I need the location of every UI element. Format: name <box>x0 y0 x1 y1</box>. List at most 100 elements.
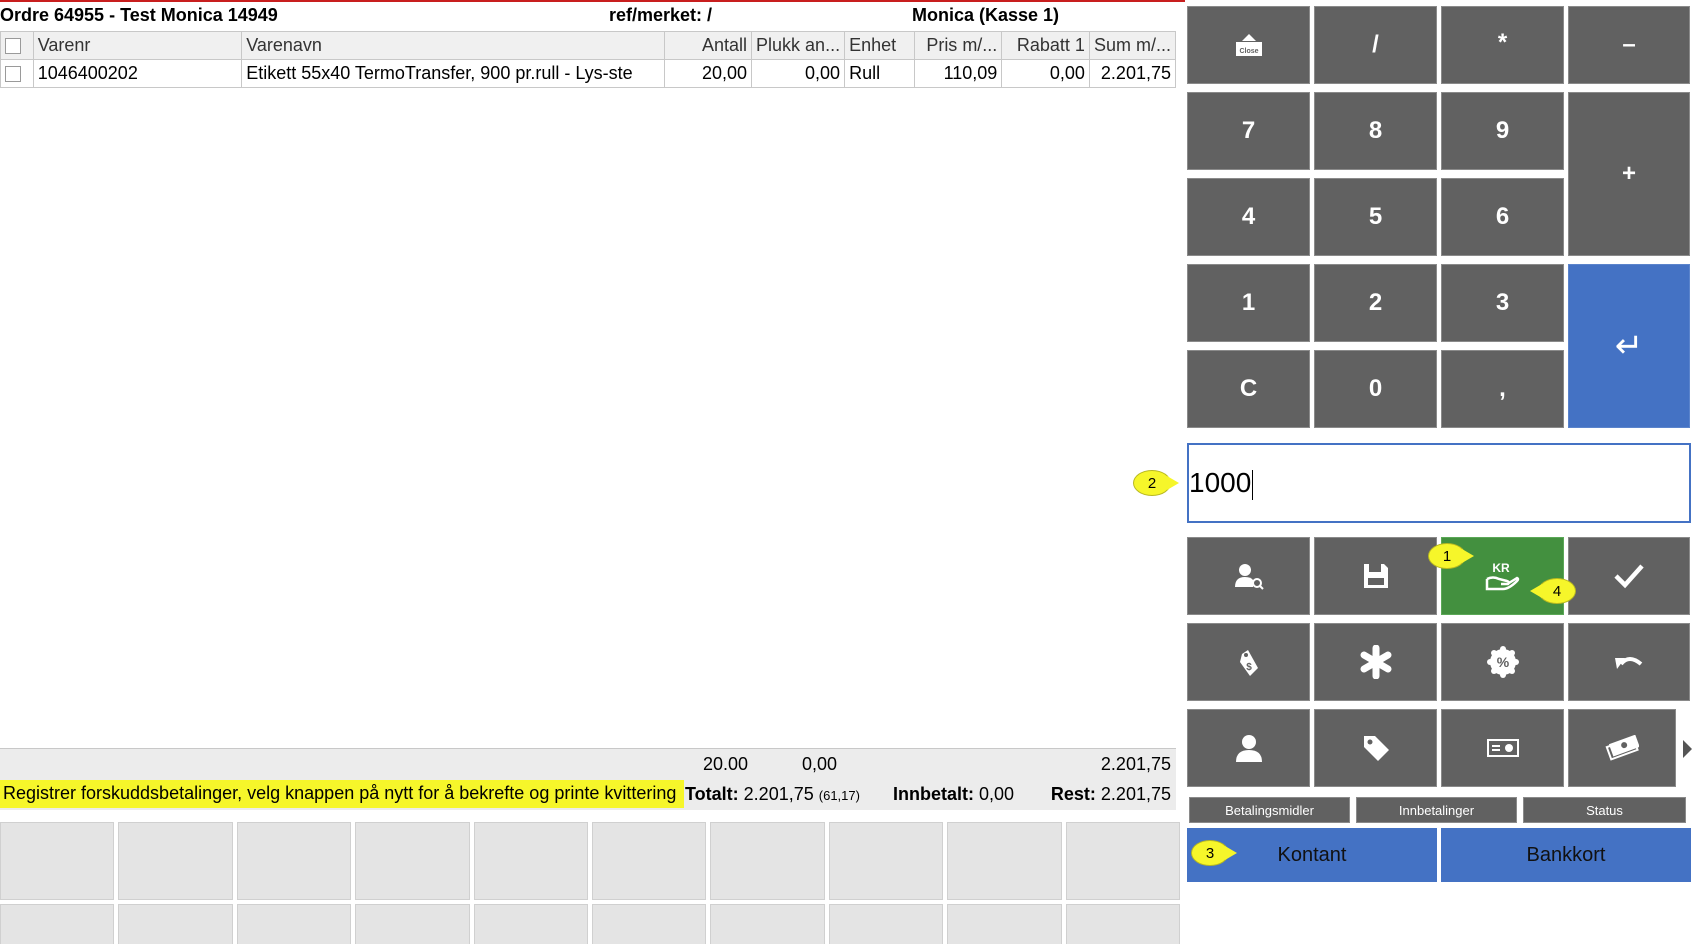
callout-2-label: 2 <box>1147 474 1157 492</box>
shortcut-button[interactable] <box>947 822 1062 900</box>
table-row[interactable]: 1046400202 Etikett 55x40 TermoTransfer, … <box>0 59 1177 88</box>
shortcut-button[interactable] <box>355 822 470 900</box>
key-8[interactable]: 8 <box>1314 92 1437 170</box>
shortcut-button[interactable] <box>0 904 115 944</box>
asterisk-icon <box>1360 645 1391 679</box>
shortcut-button[interactable] <box>828 822 944 900</box>
key-comma[interactable]: , <box>1441 350 1564 428</box>
key-5[interactable]: 5 <box>1314 178 1437 256</box>
rest-summary: Rest: 2.201,75 <box>1051 784 1171 805</box>
asterisk-button[interactable] <box>1314 623 1437 701</box>
svg-text:Close: Close <box>1239 48 1258 55</box>
customer-search-button[interactable] <box>1187 537 1310 615</box>
user-register-label: Monica (Kasse 1) <box>912 5 1060 25</box>
cell-enhet: Rull <box>844 59 915 88</box>
key-2[interactable]: 2 <box>1314 264 1437 342</box>
table-header-row: Varenr Varenavn Antall Plukk an... Enhet… <box>0 31 1177 60</box>
reference-label: ref/merket: / <box>609 5 713 25</box>
shortcut-button[interactable] <box>118 822 233 900</box>
callout-3: 3 <box>1191 840 1237 866</box>
price-tag-button[interactable]: $ <box>1187 623 1310 701</box>
callout-3-pointer <box>1225 846 1237 860</box>
shortcut-button[interactable] <box>592 904 707 944</box>
totals-row: 20.00 0,00 2.201,75 <box>0 748 1176 778</box>
key-enter[interactable]: ↵ <box>1568 264 1690 428</box>
shortcut-button[interactable] <box>710 822 825 900</box>
column-header-varenavn[interactable]: Varenavn <box>241 31 666 60</box>
cell-rabatt: 0,00 <box>1001 59 1090 88</box>
key-6[interactable]: 6 <box>1441 178 1564 256</box>
column-header-enhet[interactable]: Enhet <box>844 31 915 60</box>
shortcut-button[interactable] <box>1065 822 1180 900</box>
shortcut-button[interactable] <box>592 822 707 900</box>
column-header-antall[interactable]: Antall <box>664 31 753 60</box>
cash-bill-icon <box>1486 739 1519 757</box>
column-header-rabatt[interactable]: Rabatt 1 <box>1001 31 1090 60</box>
tab-status[interactable]: Status <box>1523 797 1686 823</box>
callout-2-pointer <box>1167 476 1179 490</box>
tab-betalingsmidler[interactable]: Betalingsmidler <box>1189 797 1350 823</box>
shortcut-button[interactable] <box>236 904 352 944</box>
amount-input[interactable]: 1000 <box>1187 443 1691 523</box>
key-clear[interactable]: C <box>1187 350 1310 428</box>
tab-innbetalinger[interactable]: Innbetalinger <box>1356 797 1517 823</box>
callout-1: 1 <box>1428 543 1474 569</box>
tag-button[interactable] <box>1314 709 1437 787</box>
key-divide[interactable]: / <box>1314 6 1437 84</box>
key-minus[interactable]: – <box>1568 6 1690 84</box>
undo-button[interactable] <box>1568 623 1690 701</box>
cell-varenavn: Etikett 55x40 TermoTransfer, 900 pr.rull… <box>241 59 666 88</box>
column-header-sum[interactable]: Sum m/... <box>1088 31 1177 60</box>
top-accent-line <box>0 0 1185 2</box>
key-0[interactable]: 0 <box>1314 350 1437 428</box>
customer-button[interactable] <box>1187 709 1310 787</box>
key-7[interactable]: 7 <box>1187 92 1310 170</box>
shortcut-button[interactable] <box>0 822 115 900</box>
select-all-checkbox[interactable] <box>5 38 21 55</box>
row-checkbox[interactable] <box>5 66 21 83</box>
key-1[interactable]: 1 <box>1187 264 1310 342</box>
total-antall: 20.00 <box>703 754 749 774</box>
save-button[interactable] <box>1314 537 1437 615</box>
shortcut-button[interactable] <box>1065 904 1180 944</box>
payment-info-row: Registrer forskuddsbetalinger, velg knap… <box>0 778 1176 810</box>
tag-icon <box>1363 736 1389 761</box>
key-4[interactable]: 4 <box>1187 178 1310 256</box>
shortcut-button[interactable] <box>947 904 1062 944</box>
order-title: Ordre 64955 - Test Monica 14949 <box>0 5 278 25</box>
key-plus[interactable]: + <box>1568 92 1690 256</box>
innbetalt-value: 0,00 <box>979 784 1015 804</box>
totalt-summary: Totalt: 2.201,75 (61,17) <box>685 784 860 805</box>
rest-value: 2.201,75 <box>1100 784 1171 804</box>
key-3[interactable]: 3 <box>1441 264 1564 342</box>
shortcut-button[interactable] <box>473 822 588 900</box>
cell-pris: 110,09 <box>913 59 1003 88</box>
shortcut-button[interactable] <box>118 904 233 944</box>
next-page-arrow-icon[interactable] <box>1683 740 1692 758</box>
key-9[interactable]: 9 <box>1441 92 1564 170</box>
column-header-plukk[interactable]: Plukk an... <box>751 31 846 60</box>
column-header-pris[interactable]: Pris m/... <box>913 31 1003 60</box>
cell-antall: 20,00 <box>664 59 753 88</box>
shortcut-button[interactable] <box>828 904 944 944</box>
cash-register-button[interactable] <box>1441 709 1564 787</box>
close-drawer-button[interactable]: Close <box>1187 6 1310 84</box>
cash-drawer-close-icon: Close <box>1235 34 1262 56</box>
total-plukk: 0,00 <box>802 754 838 774</box>
cell-varenr: 1046400202 <box>32 59 243 88</box>
shortcut-button[interactable] <box>473 904 588 944</box>
column-header-varenr[interactable]: Varenr <box>32 31 243 60</box>
shortcut-button[interactable] <box>355 904 470 944</box>
money-button[interactable] <box>1568 709 1676 787</box>
confirm-button[interactable] <box>1568 537 1690 615</box>
amount-input-value: 1000 <box>1189 467 1252 498</box>
instruction-message: Registrer forskuddsbetalinger, velg knap… <box>0 780 685 808</box>
card-payment-button[interactable]: Bankkort <box>1441 828 1691 882</box>
key-multiply[interactable]: * <box>1441 6 1564 84</box>
shortcut-button[interactable] <box>236 822 352 900</box>
callout-2: 2 <box>1133 470 1179 496</box>
shortcut-button[interactable] <box>710 904 825 944</box>
callout-3-label: 3 <box>1205 844 1215 862</box>
cell-plukk: 0,00 <box>751 59 846 88</box>
discount-button[interactable]: % <box>1441 623 1564 701</box>
